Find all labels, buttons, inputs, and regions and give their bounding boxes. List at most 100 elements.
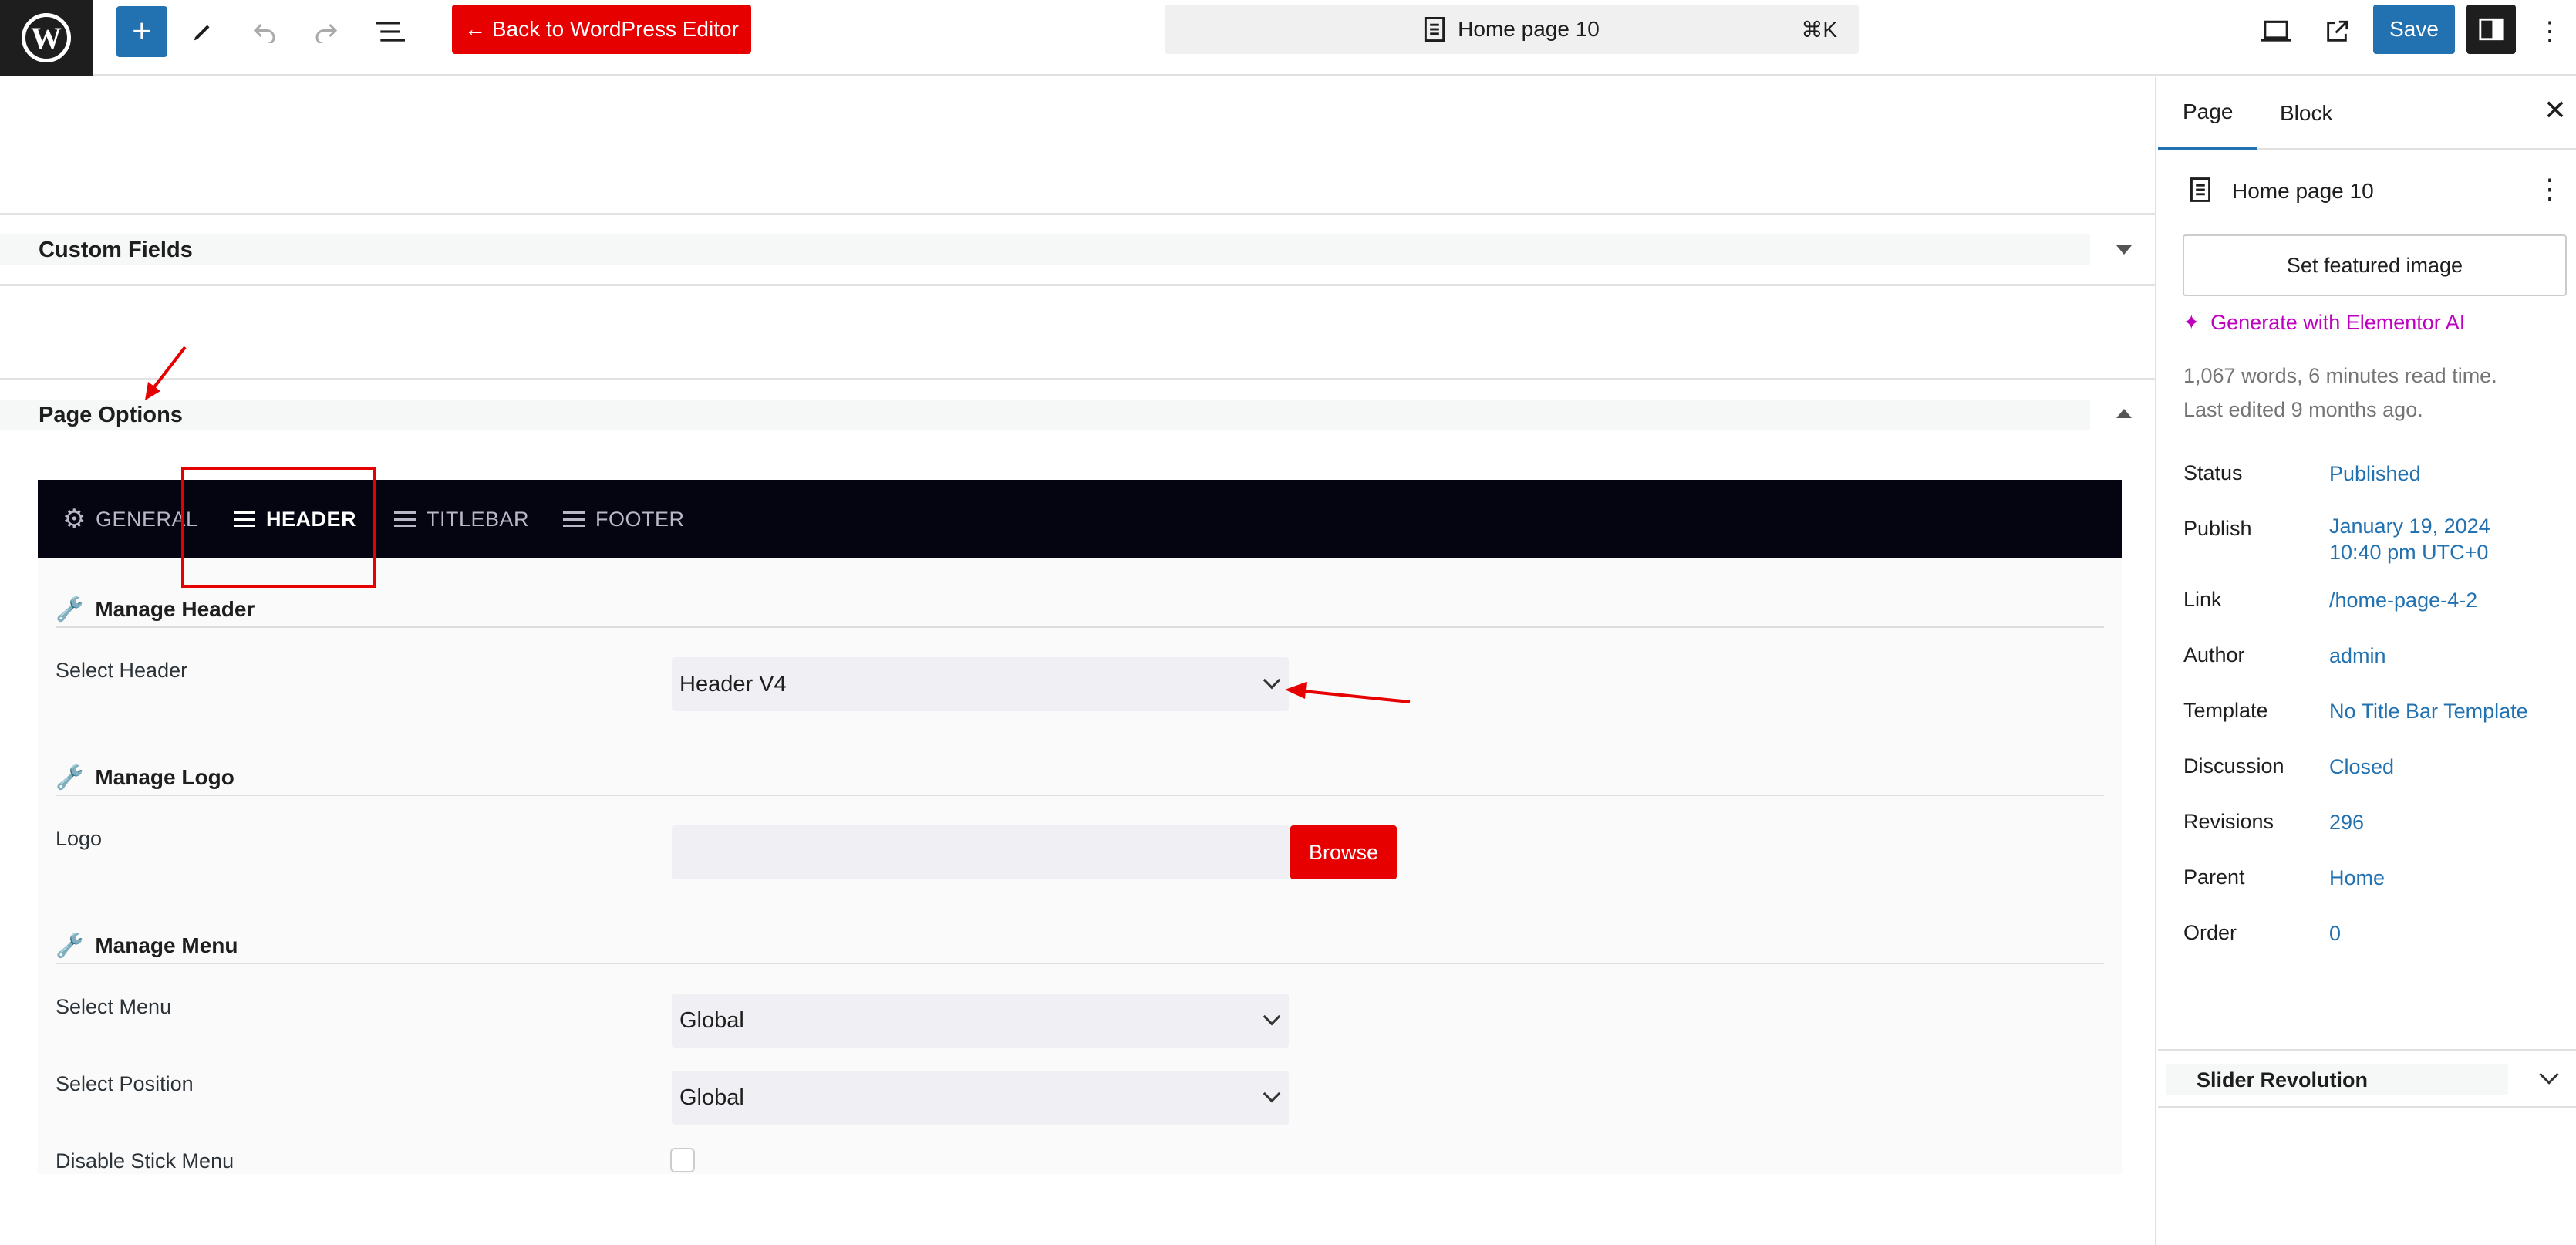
select-position-label: Select Position <box>56 1072 194 1095</box>
select-menu-label: Select Menu <box>56 995 172 1018</box>
page-icon <box>2190 177 2210 202</box>
discussion-label: Discussion <box>2183 754 2284 778</box>
more-vertical-icon: ⋮ <box>2537 17 2563 46</box>
select-position-dropdown[interactable]: Global <box>672 1071 1289 1125</box>
slider-revolution-title: Slider Revolution <box>2166 1064 2508 1095</box>
logo-label: Logo <box>56 827 103 850</box>
tab-footer[interactable]: FOOTER <box>563 480 685 558</box>
disable-stick-menu-label: Disable Stick Menu <box>56 1149 234 1172</box>
annotation-arrow-icon <box>1285 682 1411 703</box>
template-value[interactable]: No Title Bar Template <box>2329 699 2528 725</box>
manage-menu-heading: 🔧 Manage Menu <box>56 929 2104 964</box>
author-value[interactable]: admin <box>2329 643 2386 670</box>
wordpress-logo-icon: W <box>22 13 71 62</box>
wrench-icon: 🔧 <box>56 764 85 791</box>
settings-sidebar-toggle[interactable] <box>2466 5 2516 54</box>
divider <box>0 378 2156 380</box>
template-label: Template <box>2183 699 2268 722</box>
sidebar-icon <box>2479 18 2504 41</box>
status-value[interactable]: Published <box>2329 461 2421 488</box>
set-featured-image-button[interactable]: Set featured image <box>2183 234 2567 296</box>
view-page-button[interactable] <box>2318 6 2356 57</box>
revisions-label: Revisions <box>2183 810 2274 833</box>
chevron-down-icon[interactable] <box>2539 1064 2559 1085</box>
wordpress-logo-button[interactable]: W <box>0 0 93 76</box>
gear-icon: ⚙ <box>62 504 86 534</box>
save-button[interactable]: Save <box>2373 5 2455 54</box>
document-title-bar[interactable]: Home page 10 ⌘K <box>1165 5 1859 54</box>
publish-date: January 19, 2024 <box>2329 515 2490 538</box>
link-label: Link <box>2183 588 2222 611</box>
options-menu-button[interactable]: ⋮ <box>2534 6 2565 57</box>
editor-toolbar: W + ← Back to WordPress Editor Home page… <box>0 0 2576 76</box>
order-label: Order <box>2183 921 2237 944</box>
page-icon <box>1425 17 1445 42</box>
parent-value[interactable]: Home <box>2329 865 2385 892</box>
logo-url-input[interactable] <box>672 825 1289 879</box>
sidebar-tabs: Page Block ✕ <box>2158 77 2576 150</box>
disable-stick-menu-checkbox[interactable] <box>670 1148 695 1172</box>
divider <box>0 284 2156 286</box>
close-icon[interactable]: ✕ <box>2544 94 2567 127</box>
select-header-dropdown[interactable]: Header V4 <box>672 657 1289 711</box>
menu-lines-icon <box>394 511 416 527</box>
manage-header-heading: 🔧 Manage Header <box>56 592 2104 628</box>
divider <box>0 213 2156 215</box>
document-title: Home page 10 <box>1458 17 1600 41</box>
caret-down-icon[interactable] <box>2116 245 2132 255</box>
more-vertical-icon[interactable]: ⋮ <box>2536 173 2564 205</box>
chevron-down-icon <box>1263 1007 1281 1026</box>
caret-up-icon[interactable] <box>2116 409 2132 418</box>
wrench-icon: 🔧 <box>56 933 85 959</box>
external-link-icon <box>2327 20 2348 42</box>
tab-general[interactable]: ⚙ GENERAL <box>62 480 198 558</box>
tools-button[interactable] <box>184 6 222 57</box>
order-value[interactable]: 0 <box>2329 921 2341 947</box>
select-value: Header V4 <box>679 671 787 697</box>
plus-icon: + <box>132 12 152 50</box>
select-value: Global <box>679 1085 744 1110</box>
tab-label: TITLEBAR <box>427 507 530 531</box>
manage-logo-heading: 🔧 Manage Logo <box>56 761 2104 796</box>
word-count: 1,067 words, 6 minutes read time. <box>2183 364 2497 387</box>
settings-sidebar: Page Block ✕ Home page 10 ⋮ Set featured… <box>2158 77 2576 1245</box>
annotation-arrow-icon <box>145 346 187 400</box>
revisions-value[interactable]: 296 <box>2329 810 2364 836</box>
select-value: Global <box>679 1007 744 1033</box>
slider-revolution-panel[interactable]: Slider Revolution <box>2158 1049 2576 1108</box>
command-shortcut: ⌘K <box>1801 17 1837 42</box>
publish-label: Publish <box>2183 517 2252 540</box>
preview-device-button[interactable] <box>2257 6 2295 57</box>
undo-button[interactable] <box>245 6 284 57</box>
page-options-title[interactable]: Page Options <box>0 400 2090 430</box>
generate-with-elementor-ai-link[interactable]: ✦ Generate with Elementor AI <box>2183 311 2465 335</box>
tab-titlebar[interactable]: TITLEBAR <box>394 480 529 558</box>
add-block-button[interactable]: + <box>116 6 167 57</box>
publish-value[interactable]: January 19, 2024 10:40 pm UTC+0 <box>2329 514 2490 566</box>
sparkle-icon: ✦ <box>2183 311 2200 334</box>
pencil-icon <box>194 25 210 41</box>
chevron-down-icon <box>1263 671 1281 690</box>
tab-page[interactable]: Page <box>2158 77 2258 150</box>
status-label: Status <box>2183 461 2243 484</box>
redo-icon <box>315 23 338 43</box>
section-title: Manage Header <box>95 597 255 621</box>
link-value[interactable]: /home-page-4-2 <box>2329 588 2477 614</box>
parent-label: Parent <box>2183 865 2245 889</box>
wrench-icon: 🔧 <box>56 596 85 622</box>
back-to-wordpress-editor-button[interactable]: ← Back to WordPress Editor <box>452 5 751 54</box>
custom-fields-title[interactable]: Custom Fields <box>0 234 2090 265</box>
document-overview-button[interactable] <box>369 6 412 57</box>
browse-button[interactable]: Browse <box>1290 825 1397 879</box>
chevron-down-icon <box>1263 1085 1281 1103</box>
author-label: Author <box>2183 643 2245 666</box>
sidebar-page-title: Home page 10 <box>2232 179 2374 203</box>
list-view-icon <box>376 22 405 42</box>
redo-button[interactable] <box>307 6 346 57</box>
menu-lines-icon <box>563 511 585 527</box>
tab-block[interactable]: Block <box>2280 77 2332 150</box>
select-menu-dropdown[interactable]: Global <box>672 994 1289 1048</box>
last-edited: Last edited 9 months ago. <box>2183 398 2423 421</box>
annotation-highlight-box <box>181 467 376 588</box>
discussion-value[interactable]: Closed <box>2329 754 2394 781</box>
